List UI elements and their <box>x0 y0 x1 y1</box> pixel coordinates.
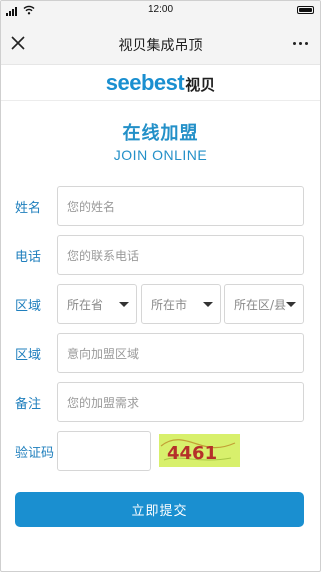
chevron-down-icon <box>286 302 296 307</box>
brand-logo: seebest视贝 <box>1 70 320 96</box>
chevron-down-icon <box>119 302 129 307</box>
remark-input[interactable]: 您的加盟需求 <box>57 382 304 422</box>
submit-button[interactable]: 立即提交 <box>15 492 304 527</box>
battery-icon <box>297 6 314 14</box>
phone-input[interactable]: 您的联系电话 <box>57 235 304 275</box>
city-value: 所在市 <box>151 297 188 312</box>
district-value: 所在区/县 <box>234 297 287 312</box>
chevron-down-icon <box>203 302 213 307</box>
captcha-label: 验证码 <box>15 446 55 461</box>
target-region-label: 区域 <box>15 348 42 363</box>
remark-label: 备注 <box>15 397 42 412</box>
title-bar: 视贝集成吊顶 <box>1 21 320 65</box>
name-placeholder: 您的姓名 <box>67 199 116 214</box>
target-region-placeholder: 意向加盟区域 <box>67 346 140 361</box>
region-label: 区域 <box>15 299 42 314</box>
section-title: 在线加盟 <box>122 123 199 144</box>
status-time: 12:00 <box>147 4 174 15</box>
city-select[interactable]: 所在市 <box>141 284 221 324</box>
phone-placeholder: 您的联系电话 <box>67 248 140 263</box>
province-value: 所在省 <box>67 297 104 312</box>
captcha-input[interactable] <box>57 431 151 471</box>
logo-text: seebest <box>105 70 185 95</box>
section-subtitle: JOIN ONLINE <box>113 147 208 163</box>
remark-placeholder: 您的加盟需求 <box>67 395 140 410</box>
phone-label: 电话 <box>15 250 42 265</box>
status-bar: 12:00 <box>1 1 320 21</box>
logo-cn-text: 视贝 <box>185 76 216 94</box>
close-icon[interactable] <box>9 34 27 52</box>
logo-bar: seebest视贝 <box>1 65 320 101</box>
province-select[interactable]: 所在省 <box>57 284 137 324</box>
mobile-frame: 12:00 视贝集成吊顶 seebest视贝 在线加盟 JOIN ONLINE … <box>0 0 321 572</box>
page-title: 视贝集成吊顶 <box>118 38 203 54</box>
captcha-image[interactable]: 4461 <box>159 434 240 467</box>
more-icon[interactable] <box>288 33 312 53</box>
name-input[interactable]: 您的姓名 <box>57 186 304 226</box>
captcha-code: 4461 <box>167 443 217 464</box>
target-region-input[interactable]: 意向加盟区域 <box>57 333 304 373</box>
name-label: 姓名 <box>15 201 42 216</box>
district-select[interactable]: 所在区/县 <box>224 284 304 324</box>
captcha-noise: 4461 <box>160 439 236 464</box>
